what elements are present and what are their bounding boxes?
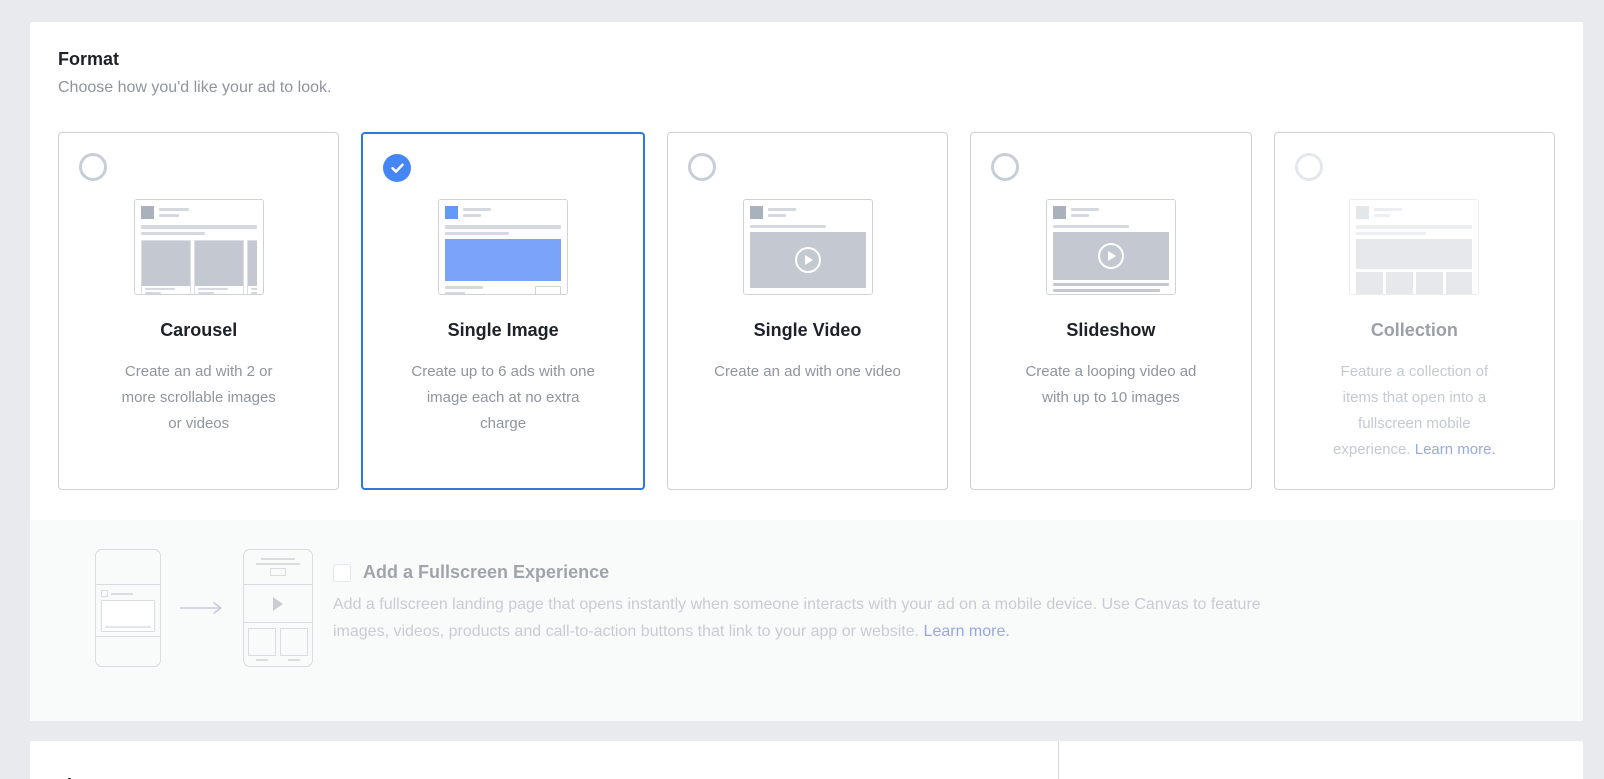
carousel-ad-thumbnail-icon: [133, 199, 264, 295]
format-option-description: Create a looping video ad with up to 10 …: [1025, 363, 1197, 406]
fullscreen-experience-description: Add a fullscreen landing page that opens…: [333, 596, 1261, 640]
format-option-carousel[interactable]: Carousel Create an ad with 2 or more scr…: [58, 132, 340, 490]
fullscreen-experience-section: Add a Fullscreen Experience Add a fullsc…: [30, 520, 1583, 721]
radio-unselected-icon: [1294, 153, 1323, 181]
format-option-slideshow[interactable]: Slideshow Create a looping video ad with…: [970, 132, 1252, 490]
format-option-collection[interactable]: Collection Feature a collection of items…: [1273, 132, 1556, 490]
format-option-label: Collection: [1370, 320, 1458, 340]
format-option-description: Create an ad with 2 or more scrollable i…: [121, 363, 276, 432]
ad-format-panel: Format Choose how you'd like your ad to …: [30, 22, 1583, 721]
format-option-description: Feature a collection of items that open …: [1333, 363, 1496, 458]
fullscreen-experience-content: Add a Fullscreen Experience Add a fullsc…: [333, 562, 1261, 645]
format-option-label: Carousel: [160, 320, 238, 340]
collection-learn-more-link[interactable]: Learn more.: [1415, 441, 1496, 458]
selected-check-icon[interactable]: [383, 154, 412, 182]
format-option-description: Create up to 6 ads with one image each a…: [411, 363, 595, 432]
slideshow-ad-thumbnail-icon: [1045, 199, 1176, 295]
images-title: Images: [67, 774, 1583, 779]
radio-unselected-icon[interactable]: [687, 153, 716, 181]
page: Format Choose how you'd like your ad to …: [0, 0, 1604, 779]
format-title: Format: [58, 49, 120, 69]
radio-unselected-icon[interactable]: [79, 153, 107, 181]
radio-unselected-icon[interactable]: [991, 153, 1020, 181]
format-subtitle: Choose how you'd like your ad to look.: [58, 79, 332, 96]
format-option-label: Slideshow: [1066, 320, 1156, 340]
panel-vertical-divider: [1058, 741, 1059, 779]
single-video-ad-thumbnail-icon: [742, 199, 873, 295]
canvas-learn-more-link[interactable]: Learn more.: [924, 623, 1010, 640]
format-option-single-video[interactable]: Single Video Create an ad with one video: [666, 132, 949, 490]
format-option-single-image[interactable]: Single Image Create up to 6 ads with one…: [361, 132, 645, 490]
canvas-phones-illustration: [95, 549, 313, 667]
fullscreen-canvas-phone-icon: [243, 549, 313, 667]
collection-ad-thumbnail-icon: [1349, 199, 1480, 295]
format-option-description: Create an ad with one video: [714, 363, 901, 380]
format-options-row: Carousel Create an ad with 2 or more scr…: [58, 132, 1556, 490]
format-option-label: Single Image: [447, 320, 559, 340]
arrow-right-icon: [161, 601, 243, 615]
images-panel: Images: [30, 741, 1583, 779]
format-section: Format Choose how you'd like your ad to …: [30, 22, 1583, 520]
single-image-ad-thumbnail-icon: [438, 199, 569, 295]
format-option-label: Single Video: [753, 320, 862, 340]
fullscreen-experience-label: Add a Fullscreen Experience: [363, 562, 610, 582]
mobile-ad-phone-icon: [95, 549, 161, 667]
fullscreen-experience-checkbox[interactable]: [333, 563, 351, 582]
